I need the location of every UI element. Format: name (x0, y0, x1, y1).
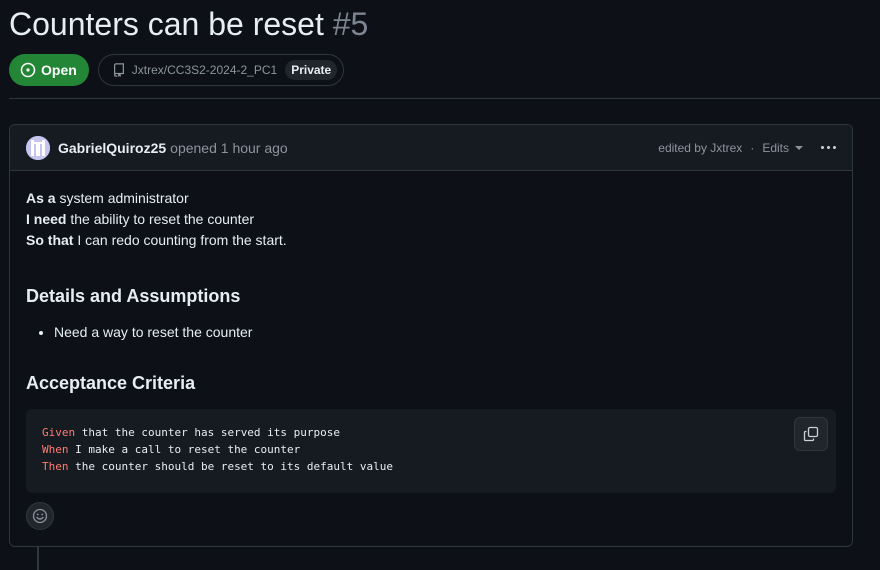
issue-comment: GabrielQuiroz25 opened 1 hour ago edited… (9, 124, 853, 547)
details-heading: Details and Assumptions (26, 286, 241, 306)
criteria-code-block: Given that the counter has served its pu… (26, 409, 836, 493)
state-badge: Open (9, 54, 89, 86)
copy-button[interactable] (794, 417, 828, 451)
story-as: As a system administrator (26, 188, 836, 209)
code-line: Then the counter should be reset to its … (42, 458, 820, 475)
issue-meta: Open Jxtrex/CC3S2-2024-2_PC1 Private (9, 54, 345, 86)
repo-icon (113, 63, 124, 77)
timeline-connector (37, 547, 39, 570)
code-keyword: Given (42, 426, 76, 439)
story-need-label: I need (26, 211, 67, 227)
private-badge: Private (285, 60, 338, 80)
state-label: Open (41, 62, 77, 78)
story-as-label: As a (26, 190, 56, 206)
opened-timestamp[interactable]: opened 1 hour ago (170, 140, 288, 156)
comment-body: As a system administrator I need the abi… (10, 171, 852, 493)
smiley-icon (32, 508, 48, 524)
code-text: the counter should be reset to its defau… (68, 460, 394, 473)
add-reaction-button[interactable] (26, 502, 54, 530)
story-need: I need the ability to reset the counter (26, 209, 836, 230)
code-text: I make a call to reset the counter (68, 443, 301, 456)
separator-dot: · (750, 140, 755, 155)
code-line: Given that the counter has served its pu… (42, 424, 820, 441)
code-keyword: When (42, 443, 69, 456)
chevron-down-icon (795, 145, 803, 150)
kebab-menu-icon[interactable] (821, 146, 836, 149)
criteria-heading: Acceptance Criteria (26, 373, 196, 393)
edits-dropdown[interactable]: Edits (762, 141, 803, 155)
issue-page: Counters can be reset #5 Open Jxtrex/CC3… (0, 0, 880, 570)
issue-number: #5 (332, 6, 369, 42)
story-need-text: the ability to reset the counter (66, 211, 255, 227)
repo-link[interactable]: Jxtrex/CC3S2-2024-2_PC1 Private (97, 54, 345, 86)
comment-header-actions: edited by Jxtrex · Edits (658, 141, 836, 155)
story-so-label: So that (26, 232, 74, 248)
story-so-text: I can redo counting from the start. (73, 232, 287, 248)
edited-by-text: edited by Jxtrex (658, 140, 743, 155)
story-as-text: system administrator (55, 190, 189, 206)
code-text: that the counter has served its purpose (75, 426, 341, 439)
copy-icon (803, 426, 819, 442)
code-keyword: Then (42, 460, 69, 473)
issue-title: Counters can be reset #5 (9, 4, 368, 44)
code-line: When I make a call to reset the counter (42, 441, 820, 458)
list-item: Need a way to reset the counter (54, 322, 836, 343)
header-divider (9, 98, 880, 99)
issue-title-text: Counters can be reset (9, 6, 324, 42)
story-so-that: So that I can redo counting from the sta… (26, 230, 836, 251)
details-list: Need a way to reset the counter (26, 322, 836, 343)
edits-label: Edits (762, 140, 789, 155)
issue-open-icon (20, 62, 36, 78)
comment-header: GabrielQuiroz25 opened 1 hour ago edited… (10, 125, 852, 171)
avatar[interactable] (26, 135, 50, 160)
author-link[interactable]: GabrielQuiroz25 (58, 140, 166, 156)
avatar-identicon (26, 135, 50, 160)
repo-name: Jxtrex/CC3S2-2024-2_PC1 (131, 63, 278, 77)
